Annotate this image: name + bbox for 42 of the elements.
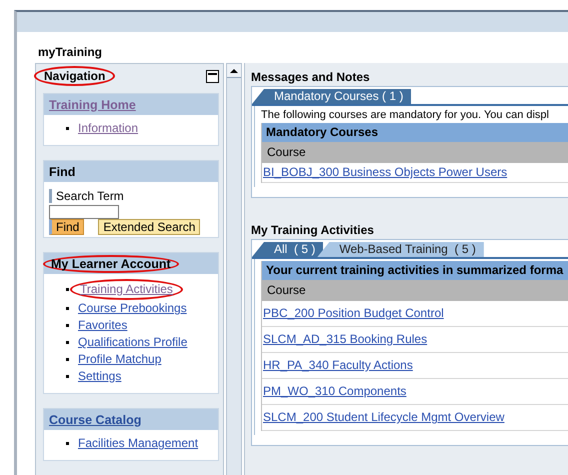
tray-title: My Learner Account (43, 254, 179, 272)
bullet-icon (66, 358, 69, 361)
course-link[interactable]: SLCM_AD_315 Booking Rules (263, 332, 428, 346)
intro-text: The following courses are mandatory for you. You can displ (261, 108, 550, 123)
bullet-icon (66, 288, 69, 291)
bullet-icon (66, 127, 69, 130)
nav-link[interactable]: Favorites (78, 317, 128, 334)
nav-link[interactable]: Settings (78, 368, 122, 385)
nav-link[interactable]: Facilities Management (78, 435, 198, 452)
nav-link[interactable]: Information (78, 120, 138, 137)
scroll-up-button[interactable] (227, 64, 241, 78)
table-title: Mandatory Courses (262, 123, 568, 142)
course-link[interactable]: HR_PA_340 Faculty Actions (263, 358, 413, 372)
table-title: Your current training activities in summarized forma (262, 261, 568, 280)
extended-search-button[interactable]: Extended Search (98, 219, 200, 235)
course-link[interactable]: PBC_200 Position Budget Control (263, 306, 444, 320)
tab[interactable]: Web-Based Training ( 5 ) (317, 242, 484, 257)
bullet-icon (66, 324, 69, 327)
bullet-icon (66, 307, 69, 310)
course-link[interactable]: SLCM_200 Student Lifecycle Mgmt Overview (263, 410, 504, 424)
search-field[interactable] (49, 205, 119, 219)
column-header: Course (262, 280, 568, 301)
course-link[interactable]: PM_WO_310 Components (263, 384, 406, 398)
section-title: Messages and Notes (251, 69, 371, 86)
nav-link[interactable]: Training Activities (70, 279, 183, 300)
navigation-title: Navigation (34, 66, 116, 86)
scrollbar[interactable] (226, 63, 242, 475)
nav-link[interactable]: Qualifications Profile (78, 334, 188, 351)
column-header: Course (262, 142, 568, 163)
tab[interactable]: Mandatory Courses ( 1 ) (252, 89, 412, 104)
bullet-icon (66, 442, 69, 445)
nav-link[interactable]: Profile Matchup (78, 351, 162, 368)
page-title: myTraining (37, 44, 104, 61)
section-title: My Training Activities (251, 222, 375, 239)
bullet-icon (66, 341, 69, 344)
tray-title: Find (49, 164, 76, 178)
nav-link[interactable]: Course Prebookings (78, 300, 187, 317)
course-link[interactable]: BI_BOBJ_300 Business Objects Power Users (263, 165, 508, 179)
tab[interactable]: All ( 5 ) (252, 242, 324, 257)
find-button[interactable]: Find (49, 219, 84, 235)
collapse-icon[interactable] (206, 70, 219, 82)
bullet-icon (66, 375, 69, 378)
